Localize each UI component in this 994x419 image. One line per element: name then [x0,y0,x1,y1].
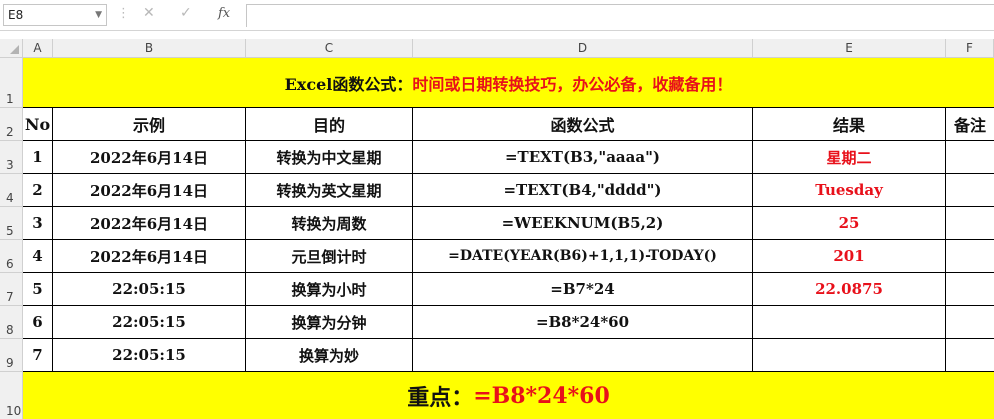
cell-example[interactable]: 2022年6月14日 [53,174,246,207]
cell-purpose[interactable]: 转换为英文星期 [246,174,413,207]
row-header-9[interactable]: 9 [0,339,23,372]
column-header-b[interactable]: B [53,39,246,58]
cell-no[interactable]: 6 [23,306,53,339]
cell-purpose[interactable]: 换算为分钟 [246,306,413,339]
cell-note[interactable] [946,240,994,273]
cell-formula[interactable]: =TEXT(B3,"aaaa") [413,141,753,174]
cell-result[interactable] [753,306,946,339]
column-header-e[interactable]: E [753,39,946,58]
cell-example[interactable]: 22:05:15 [53,273,246,306]
cell-purpose[interactable]: 元旦倒计时 [246,240,413,273]
cancel-icon[interactable]: ✕ [143,5,155,21]
title-banner[interactable]: Excel函数公式： 时间或日期转换技巧，办公必备，收藏备用！ [23,58,994,108]
cell-result[interactable]: 25 [753,207,946,240]
cell-result[interactable]: Tuesday [753,174,946,207]
cell-example[interactable]: 2022年6月14日 [53,207,246,240]
cell-formula[interactable]: =TEXT(B4,"dddd") [413,174,753,207]
row-header-2[interactable]: 2 [0,108,23,141]
cell-purpose[interactable]: 换算为妙 [246,339,413,372]
cell-note[interactable] [946,273,994,306]
footer-formula: =B8*24*60 [473,382,610,409]
row-header-5[interactable]: 5 [0,207,23,240]
cell-purpose[interactable]: 换算为小时 [246,273,413,306]
cell-formula[interactable]: =WEEKNUM(B5,2) [413,207,753,240]
row-header-10[interactable]: 10 [0,372,23,419]
column-header-d[interactable]: D [413,39,753,58]
cell-formula[interactable] [413,339,753,372]
toolbar-gap [0,31,994,39]
cell-result[interactable] [753,339,946,372]
cell-example[interactable]: 2022年6月14日 [53,240,246,273]
cell-example[interactable]: 22:05:15 [53,306,246,339]
separator-icon: ⋮ [117,6,130,21]
header-no[interactable]: No [23,108,53,141]
footer-banner[interactable]: 重点： =B8*24*60 [23,372,994,419]
cell-example[interactable]: 22:05:15 [53,339,246,372]
cell-note[interactable] [946,141,994,174]
cell-no[interactable]: 1 [23,141,53,174]
column-header-f[interactable]: F [946,39,994,58]
name-box-value: E8 [8,8,24,22]
footer-prefix: 重点： [407,384,474,411]
title-prefix: Excel函数公式： [284,74,413,94]
select-all-triangle-icon [10,45,19,54]
cell-note[interactable] [946,306,994,339]
cell-note[interactable] [946,207,994,240]
cell-no[interactable]: 7 [23,339,53,372]
header-example[interactable]: 示例 [53,108,246,141]
cell-no[interactable]: 5 [23,273,53,306]
cell-result[interactable]: 201 [753,240,946,273]
formula-input[interactable] [246,4,994,27]
cell-note[interactable] [946,174,994,207]
cell-no[interactable]: 3 [23,207,53,240]
header-result[interactable]: 结果 [753,108,946,141]
cell-formula[interactable]: =DATE(YEAR(B6)+1,1,1)-TODAY() [413,240,753,273]
cell-result[interactable]: 22.0875 [753,273,946,306]
chevron-down-icon[interactable]: ▼ [95,5,102,25]
row-header-1[interactable]: 1 [0,58,23,108]
enter-check-icon[interactable]: ✓ [180,5,192,21]
row-header-6[interactable]: 6 [0,240,23,273]
column-header-c[interactable]: C [246,39,413,58]
name-box[interactable]: E8 ▼ [3,4,107,26]
column-header-a[interactable]: A [23,39,53,58]
row-header-4[interactable]: 4 [0,174,23,207]
header-formula[interactable]: 函数公式 [413,108,753,141]
header-note[interactable]: 备注 [946,108,994,141]
cell-no[interactable]: 2 [23,174,53,207]
row-header-7[interactable]: 7 [0,273,23,306]
row-header-3[interactable]: 3 [0,141,23,174]
row-header-8[interactable]: 8 [0,306,23,339]
cell-example[interactable]: 2022年6月14日 [53,141,246,174]
cell-result[interactable]: 星期二 [753,141,946,174]
insert-function-icon[interactable]: fx [218,6,230,21]
header-purpose[interactable]: 目的 [246,108,413,141]
cell-note[interactable] [946,339,994,372]
cell-formula[interactable]: =B7*24 [413,273,753,306]
cell-purpose[interactable]: 转换为周数 [246,207,413,240]
select-all-corner[interactable] [0,39,23,58]
title-text: 时间或日期转换技巧，办公必备，收藏备用！ [412,74,733,94]
formula-bar: E8 ▼ ⋮ ✕ ✓ fx [0,0,994,31]
cell-formula[interactable]: =B8*24*60 [413,306,753,339]
cell-no[interactable]: 4 [23,240,53,273]
cell-purpose[interactable]: 转换为中文星期 [246,141,413,174]
